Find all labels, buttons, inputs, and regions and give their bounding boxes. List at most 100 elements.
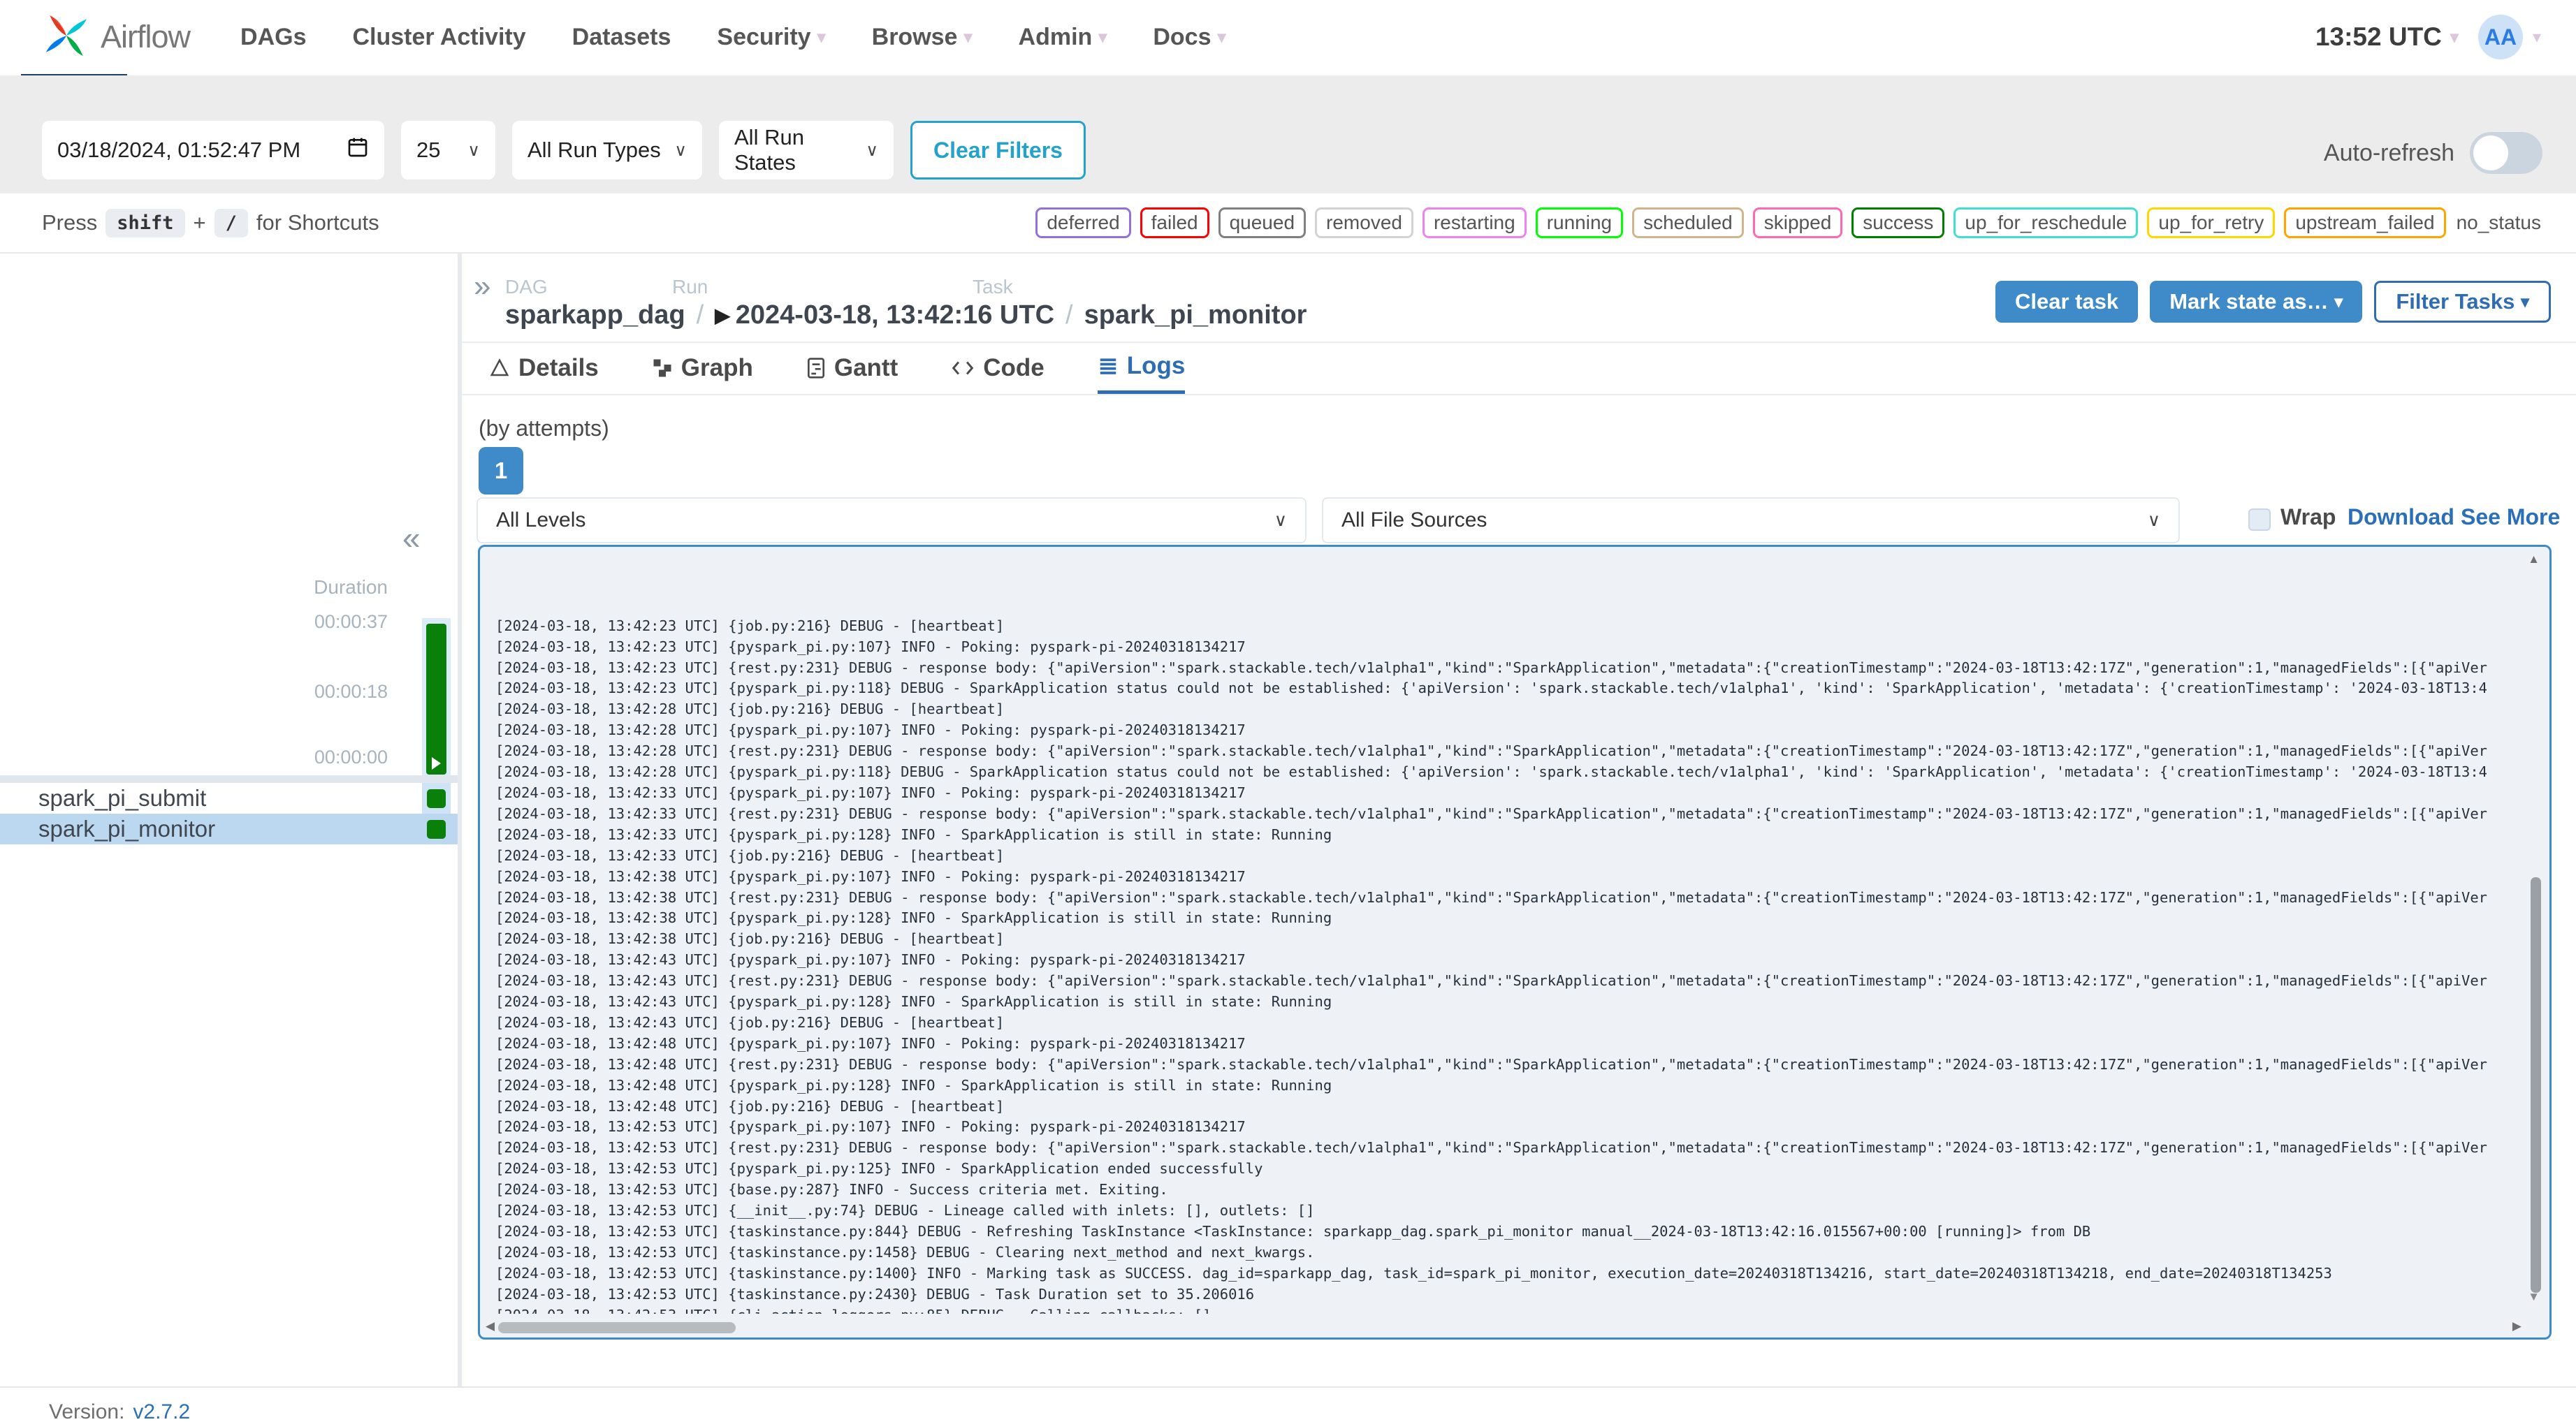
by-attempts-label: (by attempts) xyxy=(479,416,609,441)
airflow-brand[interactable]: Airflow xyxy=(43,13,191,62)
chevron-down-icon: ▾ xyxy=(1098,27,1107,47)
vertical-scrollbar-thumb[interactable] xyxy=(2531,877,2541,1293)
shift-key-chip: shift xyxy=(105,208,185,237)
detail-tabs: Details Graph Gantt Code Logs xyxy=(489,348,1186,395)
wrap-checkbox[interactable] xyxy=(2248,508,2271,531)
log-line: [2024-03-18, 13:42:38 UTC] {pyspark_pi.p… xyxy=(495,867,1246,885)
status-badge[interactable]: up_for_retry xyxy=(2147,207,2276,238)
status-badge[interactable]: scheduled xyxy=(1632,207,1744,238)
download-link[interactable]: Download xyxy=(2348,504,2454,530)
chevron-down-icon: ▾ xyxy=(817,27,826,47)
calendar-icon[interactable] xyxy=(347,135,369,165)
log-line: [2024-03-18, 13:42:48 UTC] {pyspark_pi.p… xyxy=(495,1076,1332,1094)
scroll-down-icon[interactable]: ▼ xyxy=(2528,1290,2540,1304)
status-badge[interactable]: removed xyxy=(1315,207,1413,238)
auto-refresh-toggle[interactable] xyxy=(2470,132,2542,174)
breadcrumb-task[interactable]: spark_pi_monitor xyxy=(1084,300,1307,330)
breadcrumb: sparkapp_dag / ▶ 2024-03-18, 13:42:16 UT… xyxy=(505,300,1307,330)
status-badge[interactable]: restarting xyxy=(1422,207,1527,238)
tab-graph[interactable]: Graph xyxy=(652,348,753,395)
status-badge[interactable]: deferred xyxy=(1035,207,1131,238)
nav-item-docs[interactable]: Docs ▾ xyxy=(1153,24,1225,51)
mark-state-button[interactable]: Mark state as… ▾ xyxy=(2150,281,2363,323)
nav-item-cluster-activity[interactable]: Cluster Activity xyxy=(353,24,526,51)
nav-right: 13:52 UTC ▾ AA ▾ xyxy=(2315,15,2541,59)
expand-panel-icon[interactable]: » xyxy=(474,269,490,304)
see-more-link[interactable]: See More xyxy=(2461,504,2560,530)
task-status-cell[interactable] xyxy=(422,783,451,814)
log-line: [2024-03-18, 13:42:28 UTC] {pyspark_pi.p… xyxy=(495,763,2488,781)
logs-icon xyxy=(1100,358,1116,374)
status-badge[interactable]: upstream_failed xyxy=(2284,207,2446,238)
status-badge[interactable]: skipped xyxy=(1752,207,1843,238)
user-menu[interactable]: AA ▾ xyxy=(2477,15,2541,59)
clear-filters-button[interactable]: Clear Filters xyxy=(910,121,1086,179)
status-badge[interactable]: queued xyxy=(1218,207,1307,238)
log-line: [2024-03-18, 13:42:43 UTC] {rest.py:231}… xyxy=(495,972,2488,990)
breadcrumb-dag[interactable]: sparkapp_dag xyxy=(505,300,685,330)
date-value[interactable] xyxy=(57,138,323,163)
status-badge[interactable]: success xyxy=(1851,207,1945,238)
breadcrumb-run[interactable]: ▶ 2024-03-18, 13:42:16 UTC xyxy=(715,300,1054,330)
task-status-cell[interactable] xyxy=(422,814,451,844)
nav-item-browse[interactable]: Browse ▾ xyxy=(872,24,973,51)
status-badge[interactable]: up_for_reschedule xyxy=(1953,207,2139,238)
chevron-down-icon: ▾ xyxy=(1217,27,1226,47)
version-label: Version: xyxy=(49,1400,125,1422)
panel-divider[interactable] xyxy=(458,254,462,1386)
run-types-select[interactable]: All Run Types ∨ xyxy=(512,121,702,179)
tab-logs[interactable]: Logs xyxy=(1097,348,1186,395)
tab-details[interactable]: Details xyxy=(489,348,599,395)
log-line: [2024-03-18, 13:42:48 UTC] {rest.py:231}… xyxy=(495,1055,2488,1073)
task-list: spark_pi_submit spark_pi_monitor xyxy=(0,783,458,844)
task-success-square xyxy=(427,819,446,839)
log-line: [2024-03-18, 13:42:53 UTC] {taskinstance… xyxy=(495,1223,2091,1240)
log-line: [2024-03-18, 13:42:38 UTC] {pyspark_pi.p… xyxy=(495,909,1332,927)
chevron-down-icon: ∨ xyxy=(467,140,480,160)
scroll-left-icon[interactable]: ◀ xyxy=(486,1319,495,1333)
log-line: [2024-03-18, 13:42:33 UTC] {pyspark_pi.p… xyxy=(495,784,1246,801)
tab-gantt[interactable]: Gantt xyxy=(806,348,898,395)
task-row[interactable]: spark_pi_submit xyxy=(0,783,458,814)
log-line: [2024-03-18, 13:42:53 UTC] {cli_action_l… xyxy=(495,1305,2519,1314)
attempt-1-button[interactable]: 1 xyxy=(479,447,523,494)
log-line: [2024-03-18, 13:42:53 UTC] {pyspark_pi.p… xyxy=(495,1160,1263,1178)
chevron-down-icon: ▾ xyxy=(963,27,973,47)
run-states-select[interactable]: All Run States ∨ xyxy=(719,121,894,179)
date-filter-input[interactable] xyxy=(42,121,384,179)
horizontal-scrollbar-thumb[interactable] xyxy=(498,1322,736,1333)
collapse-sidebar-icon[interactable]: « xyxy=(402,519,421,557)
gantt-icon xyxy=(807,358,824,379)
filter-tasks-button[interactable]: Filter Tasks ▾ xyxy=(2374,281,2551,323)
tab-code[interactable]: Code xyxy=(951,348,1045,395)
airflow-app: Airflow DAGs Cluster Activity Datasets S… xyxy=(0,0,2576,1422)
task-name[interactable]: spark_pi_submit xyxy=(38,785,206,812)
page-size-select[interactable]: 25 ∨ xyxy=(401,121,495,179)
log-levels-select[interactable]: All Levels ∨ xyxy=(476,497,1307,543)
nav-item-datasets[interactable]: Datasets xyxy=(572,24,671,51)
log-line: [2024-03-18, 13:42:48 UTC] {pyspark_pi.p… xyxy=(495,1034,1246,1052)
nav-item-dags[interactable]: DAGs xyxy=(240,24,306,51)
clear-task-button[interactable]: Clear task xyxy=(1995,281,2139,323)
duration-tick: 00:00:00 xyxy=(314,747,388,768)
scroll-up-icon[interactable]: ▲ xyxy=(2528,552,2540,566)
log-line: [2024-03-18, 13:42:53 UTC] {rest.py:231}… xyxy=(495,1139,2488,1157)
log-output-box[interactable]: [2024-03-18, 13:42:23 UTC] {job.py:216} … xyxy=(478,545,2552,1340)
version-link[interactable]: v2.7.2 xyxy=(133,1400,190,1422)
task-name[interactable]: spark_pi_monitor xyxy=(38,816,215,842)
nav-item-security[interactable]: Security ▾ xyxy=(717,24,825,51)
status-badge[interactable]: no_status xyxy=(2454,210,2542,236)
wrap-label: Wrap xyxy=(2280,504,2336,529)
nav-item-admin[interactable]: Admin ▾ xyxy=(1019,24,1107,51)
dag-run-duration-bar[interactable] xyxy=(426,624,446,775)
duration-tick: 00:00:18 xyxy=(314,681,388,702)
task-row[interactable]: spark_pi_monitor xyxy=(0,814,458,844)
status-badge[interactable]: failed xyxy=(1140,207,1209,238)
status-badge[interactable]: running xyxy=(1535,207,1624,238)
chevron-down-icon: ∨ xyxy=(2147,511,2160,530)
tabs-divider xyxy=(462,394,2576,395)
clock-dropdown[interactable]: 13:52 UTC ▾ xyxy=(2315,22,2459,52)
grid-header-strip xyxy=(0,775,458,783)
scroll-right-icon[interactable]: ▶ xyxy=(2512,1319,2522,1333)
file-sources-select[interactable]: All File Sources ∨ xyxy=(1322,497,2180,543)
